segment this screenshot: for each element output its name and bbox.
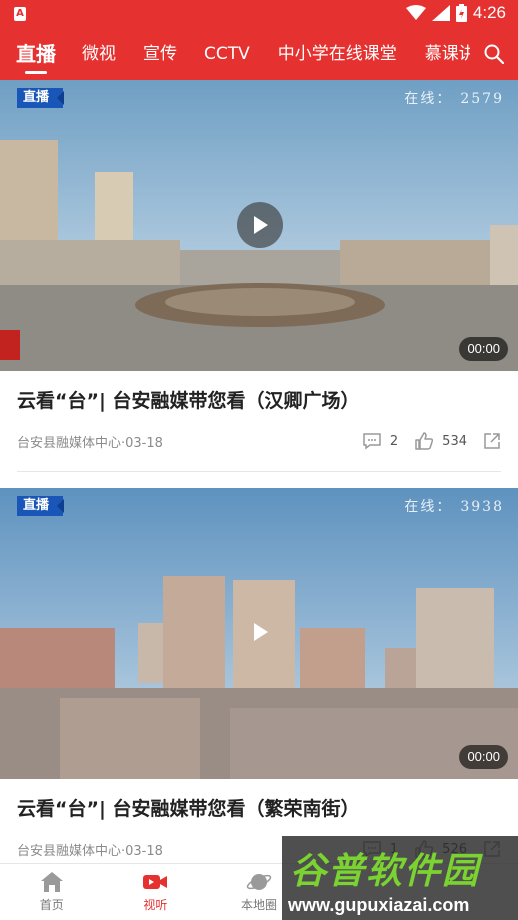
- app-notification-icon: A: [14, 7, 26, 21]
- home-icon: [39, 871, 65, 893]
- watermark-overlay: 谷普软件园 www.gupuxiazai.com: [282, 836, 518, 920]
- active-tab-indicator: [25, 71, 47, 74]
- online-count: 2579: [460, 91, 504, 107]
- signal-icon: [431, 5, 450, 21]
- bottom-nav-video[interactable]: 视听: [104, 864, 208, 920]
- comment-icon[interactable]: [362, 432, 382, 450]
- battery-icon: [455, 4, 467, 22]
- online-label: 在线：: [404, 499, 453, 515]
- wifi-icon: [405, 5, 426, 20]
- play-button[interactable]: [249, 621, 271, 643]
- planet-icon: [246, 871, 272, 893]
- video-thumbnail[interactable]: 直播 在线： 3938 00:00: [0, 488, 518, 779]
- video-duration: 00:00: [459, 337, 508, 361]
- online-viewers: 在线： 2579: [404, 88, 504, 108]
- play-icon: [254, 216, 268, 234]
- like-icon[interactable]: [414, 431, 434, 451]
- tab-live[interactable]: 直播: [16, 28, 56, 80]
- video-card[interactable]: 直播 在线： 2579 00:00 云看“台”| 台安融媒带您看（汉卿广场） 台安…: [0, 80, 518, 488]
- tab-label: 直播: [16, 42, 56, 66]
- search-icon: [484, 44, 504, 64]
- video-meta: 台安县融媒体中心·03-18 2 534: [0, 427, 518, 455]
- video-thumbnail[interactable]: 直播 在线： 2579 00:00: [0, 80, 518, 371]
- video-feed: 直播 在线： 2579 00:00 云看“台”| 台安融媒带您看（汉卿广场） 台安…: [0, 80, 518, 863]
- video-actions: 2 534: [362, 431, 501, 451]
- tab-online-class[interactable]: 中小学在线课堂: [278, 28, 397, 80]
- online-viewers: 在线： 3938: [404, 496, 504, 516]
- video-title[interactable]: 云看“台”| 台安融媒带您看（繁荣南街）: [0, 779, 518, 835]
- status-icons: 4:26: [405, 3, 506, 23]
- tab-cctv[interactable]: CCTV: [204, 28, 250, 80]
- video-icon: [142, 871, 168, 893]
- live-badge: 直播: [17, 88, 65, 108]
- bottom-nav-home[interactable]: 首页: [0, 864, 104, 920]
- tab-micro-video[interactable]: 微视: [82, 28, 116, 80]
- share-icon[interactable]: [483, 432, 501, 450]
- tab-publicity[interactable]: 宣传: [143, 28, 177, 80]
- play-icon: [254, 623, 268, 641]
- bottom-nav-label: 本地圈: [240, 898, 277, 912]
- app-root: A 4:26 直播 微视 宣传 CCTV 中小学在线课堂 慕课讲堂 直播 在线：…: [0, 0, 518, 920]
- video-card[interactable]: 直播 在线： 3938 00:00 云看“台”| 台安融媒带您看（繁荣南街） 台安…: [0, 488, 518, 863]
- watermark-title: 谷普软件园: [290, 851, 481, 892]
- video-source: 台安县融媒体中心·03-18: [17, 435, 163, 451]
- status-time: 4:26: [472, 3, 506, 22]
- bottom-nav-label: 首页: [39, 898, 64, 912]
- comment-count: 2: [389, 433, 399, 449]
- video-title[interactable]: 云看“台”| 台安融媒带您看（汉卿广场）: [0, 371, 518, 427]
- status-bar: A 4:26: [0, 0, 518, 28]
- bottom-nav-label: 视听: [143, 898, 168, 912]
- online-label: 在线：: [404, 91, 453, 107]
- live-badge: 直播: [17, 496, 65, 516]
- play-button[interactable]: [237, 202, 283, 248]
- watermark-url: www.gupuxiazai.com: [288, 895, 470, 915]
- top-tab-bar: 直播 微视 宣传 CCTV 中小学在线课堂 慕课讲堂: [0, 28, 518, 80]
- search-button[interactable]: [470, 28, 518, 80]
- online-count: 3938: [460, 499, 504, 515]
- like-count: 534: [442, 433, 467, 449]
- video-duration: 00:00: [459, 745, 508, 769]
